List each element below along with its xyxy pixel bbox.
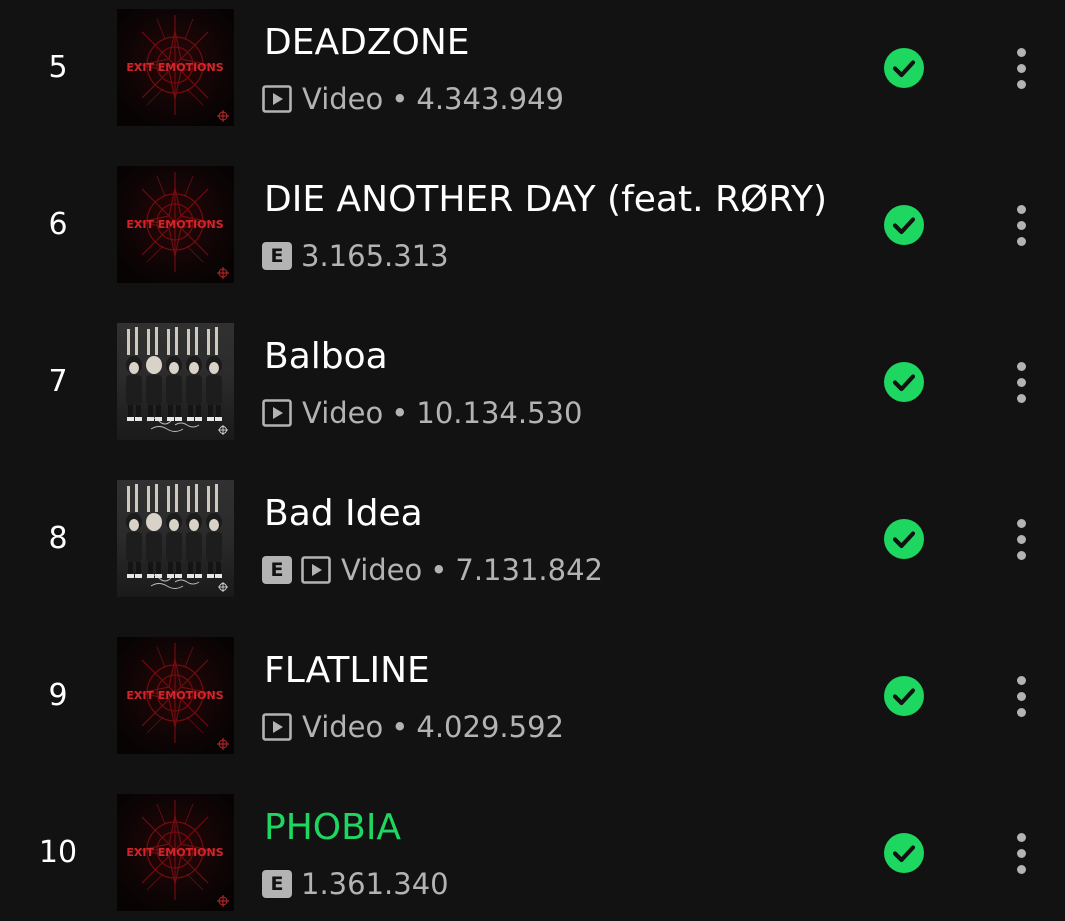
explicit-badge-icon: E [262,556,292,584]
track-row[interactable]: 10 EXIT EMOTIONS PHOBIA E 1.361.340 [0,794,1065,912]
album-cover[interactable]: EXIT EMOTIONS [117,794,234,911]
video-play-icon [262,85,292,113]
track-meta: E 1.361.340 [262,864,449,904]
album-cover[interactable]: EXIT EMOTIONS [117,637,234,754]
video-label: Video [302,82,384,116]
track-meta: Video • 4.343.949 [262,79,564,119]
track-meta: Video • 4.029.592 [262,707,564,747]
track-number: 8 [48,521,68,556]
track-title[interactable]: FLATLINE [264,649,430,693]
video-play-icon [262,713,292,741]
check-circle-icon[interactable] [884,519,924,559]
track-number: 10 [38,835,78,870]
dot [1016,377,1026,387]
album-cover[interactable]: EXIT EMOTIONS [117,9,234,126]
album-cover[interactable] [117,480,234,597]
explicit-badge-icon: E [262,242,292,270]
meta-separator: • [391,396,409,430]
dot [1016,63,1026,73]
play-count: 10.134.530 [416,396,583,430]
track-row[interactable]: 6 EXIT EMOTIONS DIE ANOTHER DAY (feat. R… [0,166,1065,284]
explicit-badge-icon: E [262,870,292,898]
track-title[interactable]: Balboa [264,335,388,379]
track-meta: Video • 10.134.530 [262,393,582,433]
track-list: 5 EXIT EMOTIONS DEADZONE Video • 4.343.9… [0,0,1065,921]
dot [1016,848,1026,858]
more-vertical-icon[interactable] [1000,666,1042,726]
album-cover[interactable] [117,323,234,440]
track-number: 7 [48,364,68,399]
video-play-icon [301,556,331,584]
track-title[interactable]: DEADZONE [264,21,470,65]
track-meta: E Video • 7.131.842 [262,550,603,590]
dot [1016,518,1026,528]
dot [1016,236,1026,246]
dot [1016,864,1026,874]
track-row[interactable]: 9 EXIT EMOTIONS FLATLINE Video • 4.029.5… [0,637,1065,755]
more-vertical-icon[interactable] [1000,38,1042,98]
track-row[interactable]: 8 Bad Idea E Video • 7.131.842 [0,480,1065,598]
track-row[interactable]: 7 Balboa Video • 10.134.530 [0,323,1065,441]
more-vertical-icon[interactable] [1000,509,1042,569]
track-title[interactable]: DIE ANOTHER DAY (feat. RØRY) [264,178,827,222]
dot [1016,361,1026,371]
video-label: Video [341,553,423,587]
check-circle-icon[interactable] [884,362,924,402]
track-meta: E 3.165.313 [262,236,449,276]
track-title[interactable]: PHOBIA [264,806,401,850]
cover-title-text: EXIT EMOTIONS [126,689,223,702]
dot [1016,707,1026,717]
check-circle-icon[interactable] [884,205,924,245]
more-vertical-icon[interactable] [1000,352,1042,412]
track-number: 9 [48,678,68,713]
dot [1016,220,1026,230]
play-count: 7.131.842 [455,553,603,587]
track-number: 5 [48,50,68,85]
cover-title-text: EXIT EMOTIONS [126,61,223,74]
track-title[interactable]: Bad Idea [264,492,423,536]
dot [1016,204,1026,214]
cover-title-text: EXIT EMOTIONS [126,218,223,231]
meta-separator: • [430,553,448,587]
dot [1016,550,1026,560]
dot [1016,534,1026,544]
dot [1016,393,1026,403]
play-count: 3.165.313 [301,239,449,273]
track-row[interactable]: 5 EXIT EMOTIONS DEADZONE Video • 4.343.9… [0,9,1065,127]
dot [1016,79,1026,89]
play-count: 4.343.949 [416,82,564,116]
video-play-icon [262,399,292,427]
play-count: 1.361.340 [301,867,449,901]
check-circle-icon[interactable] [884,676,924,716]
track-number: 6 [48,207,68,242]
dot [1016,691,1026,701]
check-circle-icon[interactable] [884,833,924,873]
video-label: Video [302,710,384,744]
meta-separator: • [391,82,409,116]
video-label: Video [302,396,384,430]
check-circle-icon[interactable] [884,48,924,88]
dot [1016,675,1026,685]
meta-separator: • [391,710,409,744]
cover-title-text: EXIT EMOTIONS [126,846,223,859]
dot [1016,832,1026,842]
play-count: 4.029.592 [416,710,564,744]
dot [1016,47,1026,57]
more-vertical-icon[interactable] [1000,195,1042,255]
album-cover[interactable]: EXIT EMOTIONS [117,166,234,283]
more-vertical-icon[interactable] [1000,823,1042,883]
